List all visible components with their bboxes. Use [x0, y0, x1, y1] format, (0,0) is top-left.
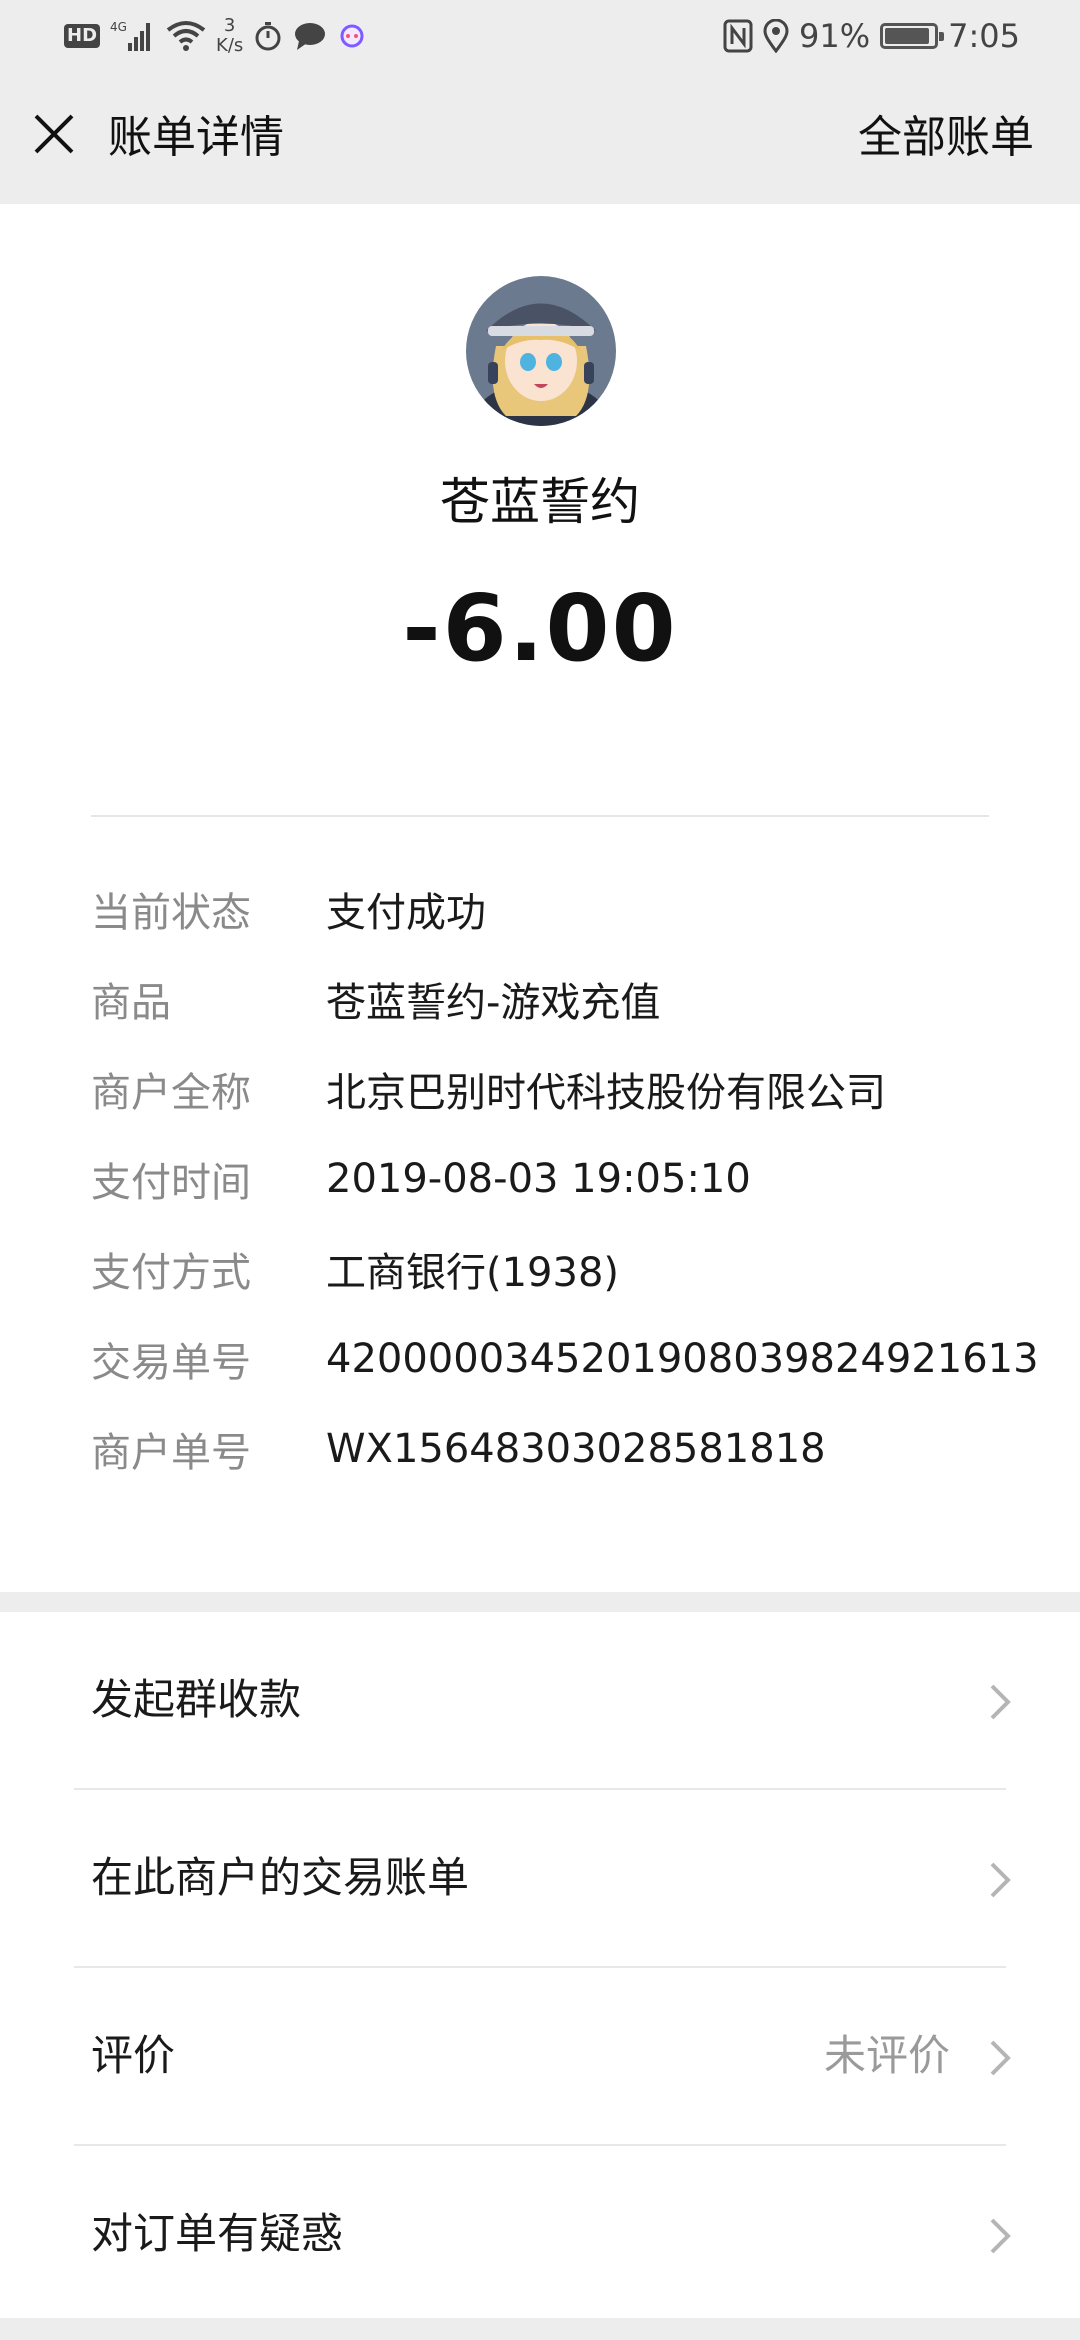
network-speed-unit: K/s — [216, 35, 244, 56]
battery-percent: 91% — [799, 17, 871, 55]
location-icon — [763, 19, 789, 53]
chat-bubble-icon — [293, 21, 327, 51]
detail-row-product: 商品 苍蓝誓约-游戏充值 — [91, 954, 1051, 1044]
order-question-button[interactable]: 对订单有疑惑 — [0, 2146, 1080, 2322]
detail-row-transaction-id: 交易单号 4200000345201908039824921613 — [91, 1314, 1051, 1404]
merchant-name: 苍蓝誓约 — [440, 473, 640, 531]
merchant-transactions-button[interactable]: 在此商户的交易账单 — [0, 1790, 1080, 1966]
bill-summary-card: 苍蓝誓约 -6.00 当前状态 支付成功 商品 苍蓝誓约-游戏充值 商户全称 北… — [0, 204, 1080, 1592]
close-icon — [34, 114, 74, 154]
wifi-icon — [166, 20, 206, 52]
detail-value: 苍蓝誓约-游戏充值 — [326, 980, 661, 1026]
detail-value: WX15648303028581818 — [326, 1426, 826, 1472]
detail-value: 工商银行(1938) — [326, 1250, 620, 1296]
merchant-avatar — [466, 276, 616, 426]
detail-value: 支付成功 — [326, 890, 486, 936]
status-bar: HD 4G 3 K/s 91% 7:05 — [0, 0, 1080, 72]
detail-value: 北京巴别时代科技股份有限公司 — [326, 1070, 886, 1116]
group-collect-button[interactable]: 发起群收款 — [0, 1612, 1080, 1788]
list-item-label: 评价 — [91, 2031, 176, 2080]
detail-label: 支付方式 — [91, 1250, 251, 1296]
chevron-right-icon — [990, 1684, 1011, 1720]
action-list: 发起群收款 在此商户的交易账单 评价 未评价 对订单有疑惑 — [0, 1612, 1080, 2340]
close-button[interactable] — [28, 108, 80, 160]
nfc-icon — [723, 19, 753, 53]
bottom-edge — [0, 2318, 1080, 2340]
chevron-right-icon — [990, 2040, 1011, 2076]
network-speed: 3 K/s — [216, 16, 243, 56]
network-speed-value: 3 — [223, 15, 236, 36]
battery-icon — [880, 23, 945, 49]
status-bar-left: HD 4G 3 K/s — [64, 14, 367, 58]
divider — [91, 815, 989, 817]
detail-label: 当前状态 — [91, 890, 251, 936]
detail-row-status: 当前状态 支付成功 — [91, 864, 1051, 954]
all-bills-link[interactable]: 全部账单 — [858, 112, 1034, 164]
status-bar-right: 91% 7:05 — [723, 14, 1020, 58]
transaction-amount: -6.00 — [402, 575, 678, 682]
network-type-label: 4G — [110, 20, 127, 34]
detail-label: 商户全称 — [91, 1070, 251, 1116]
list-item-label: 发起群收款 — [91, 1675, 302, 1724]
detail-row-merchant-order-id: 商户单号 WX15648303028581818 — [91, 1404, 1051, 1494]
detail-label: 支付时间 — [91, 1160, 251, 1206]
chevron-right-icon — [990, 1862, 1011, 1898]
detail-row-payment-method: 支付方式 工商银行(1938) — [91, 1224, 1051, 1314]
stopwatch-icon — [253, 21, 283, 51]
top-bar: 账单详情 全部账单 — [0, 72, 1080, 204]
list-item-label: 在此商户的交易账单 — [91, 1853, 470, 1902]
cellular-signal-icon: 4G — [110, 19, 156, 53]
detail-label: 商品 — [91, 980, 171, 1026]
detail-row-payment-time: 支付时间 2019-08-03 19:05:10 — [91, 1134, 1051, 1224]
list-item-label: 对订单有疑惑 — [91, 2209, 344, 2258]
page-title: 账单详情 — [108, 112, 284, 163]
detail-value: 2019-08-03 19:05:10 — [326, 1156, 751, 1202]
detail-label: 商户单号 — [91, 1430, 251, 1476]
detail-label: 交易单号 — [91, 1340, 251, 1386]
detail-row-merchant-full-name: 商户全称 北京巴别时代科技股份有限公司 — [91, 1044, 1051, 1134]
rating-status: 未评价 — [823, 2031, 950, 2080]
clock: 7:05 — [948, 17, 1020, 55]
rate-button[interactable]: 评价 未评价 — [0, 1968, 1080, 2144]
battery-level — [885, 28, 930, 44]
app-notification-icon — [337, 21, 367, 51]
chevron-right-icon — [990, 2218, 1011, 2254]
hd-badge: HD — [64, 24, 101, 48]
bill-details: 当前状态 支付成功 商品 苍蓝誓约-游戏充值 商户全称 北京巴别时代科技股份有限… — [91, 864, 1051, 1494]
detail-value: 4200000345201908039824921613 — [326, 1336, 1039, 1382]
